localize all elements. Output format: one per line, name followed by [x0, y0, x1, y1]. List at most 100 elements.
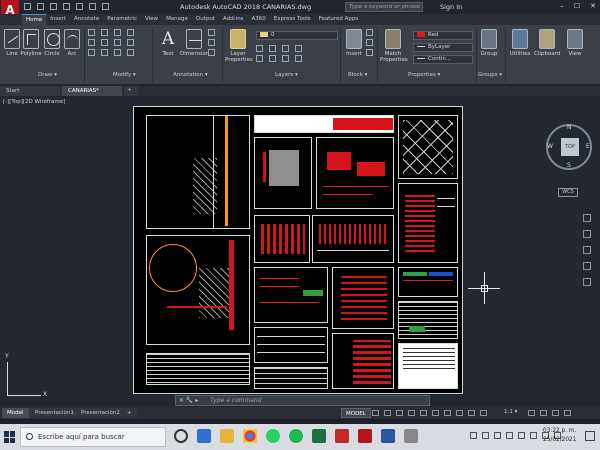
- insert-block-button[interactable]: Insert: [343, 29, 365, 57]
- spotify-icon[interactable]: [289, 429, 303, 443]
- tab-manage[interactable]: Manage: [162, 14, 192, 25]
- language-icon[interactable]: [506, 432, 513, 439]
- explode-icon[interactable]: [127, 39, 134, 46]
- snap-icon[interactable]: [384, 410, 391, 416]
- layer-lock-icon[interactable]: [295, 45, 302, 52]
- word-icon[interactable]: [381, 429, 395, 443]
- circle-button[interactable]: Circle: [41, 29, 63, 57]
- pan-icon[interactable]: [583, 230, 591, 238]
- model-space-button[interactable]: MODEL: [341, 408, 371, 418]
- group-button[interactable]: Group: [478, 29, 500, 57]
- dimension-button[interactable]: Dimension: [180, 29, 209, 57]
- drawing-tab-canarias[interactable]: CANARIAS*: [62, 86, 122, 96]
- edit-block-icon[interactable]: [366, 39, 373, 46]
- layer-off-icon[interactable]: [256, 45, 263, 52]
- command-line-icons[interactable]: ✕ 🔧 ▸: [179, 396, 198, 405]
- workspace-icon[interactable]: [528, 410, 535, 416]
- table-icon[interactable]: [208, 39, 215, 46]
- taskbar-search-input[interactable]: Escribe aquí para buscar: [20, 427, 166, 447]
- markup-icon[interactable]: [208, 49, 215, 56]
- lineweight-icon[interactable]: [444, 410, 451, 416]
- notifications-icon[interactable]: [585, 431, 595, 441]
- utilities-button[interactable]: Utilities: [508, 29, 532, 57]
- acrobat-icon[interactable]: [335, 429, 349, 443]
- tray-expand-icon[interactable]: [470, 432, 477, 439]
- layer-freeze-icon[interactable]: [282, 45, 289, 52]
- stretch-icon[interactable]: [88, 49, 95, 56]
- compass-west[interactable]: W: [547, 143, 553, 150]
- scale-icon[interactable]: [101, 49, 108, 56]
- viewcube[interactable]: TOP N S E W: [546, 124, 592, 170]
- clipboard-button[interactable]: Clipboard: [534, 29, 560, 57]
- task-view-icon[interactable]: [174, 429, 188, 443]
- annotation-scale[interactable]: 1:1 ▾: [504, 409, 517, 415]
- layer-dropdown[interactable]: 0: [256, 31, 338, 40]
- tab-insert[interactable]: Insert: [46, 14, 70, 25]
- tab-parametric[interactable]: Parametric: [103, 14, 141, 25]
- layer-walk-icon[interactable]: [295, 55, 302, 62]
- move-icon[interactable]: [88, 29, 95, 36]
- onedrive-icon[interactable]: [530, 432, 537, 439]
- layer-prev-icon[interactable]: [282, 55, 289, 62]
- new-tab-button[interactable]: +: [124, 86, 138, 96]
- sign-in-button[interactable]: Sign In: [440, 3, 462, 11]
- groups-group-label[interactable]: Groups ▾: [478, 72, 502, 78]
- tab-featured-apps[interactable]: Featured Apps: [315, 14, 363, 25]
- compass-east[interactable]: E: [586, 143, 590, 150]
- array-icon[interactable]: [114, 49, 121, 56]
- grid-icon[interactable]: [372, 410, 379, 416]
- file-explorer-icon[interactable]: [220, 429, 234, 443]
- viewport-controls[interactable]: [-][Top][2D Wireframe]: [3, 99, 65, 105]
- taskbar-clock[interactable]: 03:22 p. m. 25/02/2021: [543, 427, 576, 445]
- annotation-group-label[interactable]: Annotation ▾: [173, 72, 208, 78]
- network-icon[interactable]: [482, 432, 489, 439]
- modify-group-label[interactable]: Modify ▾: [113, 72, 136, 78]
- start-tab[interactable]: Start: [0, 86, 60, 96]
- print-icon[interactable]: [76, 3, 83, 10]
- selection-cycling-icon[interactable]: [468, 410, 475, 416]
- match-properties-button[interactable]: Match Properties: [380, 29, 408, 63]
- match-layer-icon[interactable]: [269, 55, 276, 62]
- excel-icon[interactable]: [312, 429, 326, 443]
- arc-button[interactable]: Arc: [61, 29, 83, 57]
- close-icon[interactable]: ✕: [590, 2, 596, 10]
- command-input[interactable]: Type a command: [210, 396, 262, 405]
- otrack-icon[interactable]: [432, 410, 439, 416]
- transparency-icon[interactable]: [456, 410, 463, 416]
- trim-icon[interactable]: [114, 29, 121, 36]
- layout-tab-model[interactable]: Model: [2, 408, 29, 418]
- block-group-label[interactable]: Block ▾: [348, 72, 367, 78]
- save-icon[interactable]: [50, 3, 57, 10]
- volume-icon[interactable]: [494, 432, 501, 439]
- tab-express-tools[interactable]: Express Tools: [270, 14, 315, 25]
- windows-start-icon[interactable]: [4, 431, 16, 443]
- minimize-icon[interactable]: –: [560, 2, 564, 10]
- compass-north[interactable]: N: [567, 124, 572, 131]
- tab-a360[interactable]: A360: [248, 14, 270, 25]
- new-layout-button[interactable]: +: [122, 408, 137, 418]
- battery-icon[interactable]: [518, 432, 525, 439]
- tab-annotate[interactable]: Annotate: [70, 14, 103, 25]
- layer-isolate-icon[interactable]: [269, 45, 276, 52]
- layout-tab-presentacion1[interactable]: Presentación1: [30, 408, 79, 418]
- offset-icon[interactable]: [127, 49, 134, 56]
- polyline-button[interactable]: Polyline: [20, 29, 42, 57]
- app-icon[interactable]: [404, 429, 418, 443]
- isolate-icon[interactable]: [540, 410, 547, 416]
- open-icon[interactable]: [37, 3, 44, 10]
- layout-tab-presentacion2[interactable]: Presentación2: [76, 408, 125, 418]
- properties-group-label[interactable]: Properties ▾: [408, 72, 440, 78]
- layer-properties-button[interactable]: Layer Properties: [225, 29, 253, 63]
- fullscreen-icon[interactable]: [552, 410, 559, 416]
- zoom-icon[interactable]: [583, 246, 591, 254]
- erase-icon[interactable]: [127, 29, 134, 36]
- customize-icon[interactable]: [564, 410, 571, 416]
- undo-icon[interactable]: [89, 3, 96, 10]
- tab-home[interactable]: Home: [22, 14, 47, 25]
- showmotion-icon[interactable]: [583, 278, 591, 286]
- view-button[interactable]: View: [564, 29, 586, 57]
- maximize-icon[interactable]: ☐: [574, 2, 580, 10]
- tab-output[interactable]: Output: [192, 14, 219, 25]
- layers-group-label[interactable]: Layers ▾: [275, 72, 298, 78]
- polar-icon[interactable]: [408, 410, 415, 416]
